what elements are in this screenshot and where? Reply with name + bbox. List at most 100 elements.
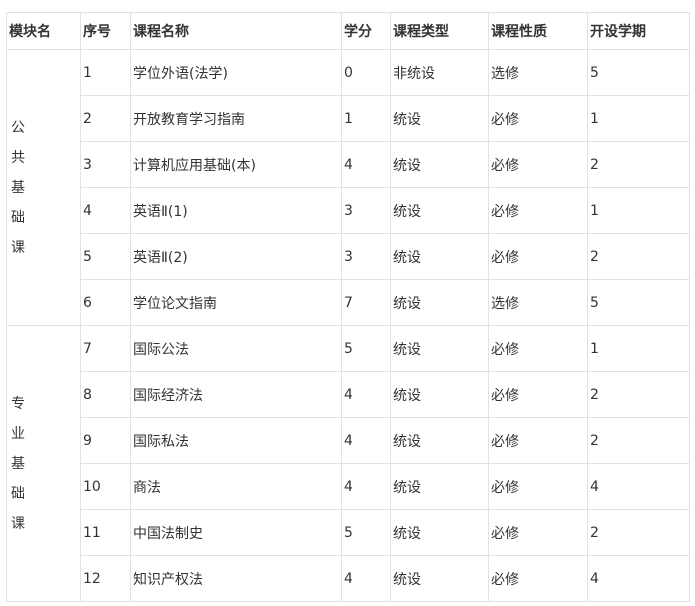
cell-type: 统设 bbox=[390, 141, 489, 188]
cell-number: 5 bbox=[80, 233, 131, 280]
cell-course-name: 计算机应用基础(本) bbox=[130, 141, 342, 188]
cell-course-name: 国际私法 bbox=[130, 417, 342, 464]
table-row: 12 知识产权法 4 统设 必修 4 bbox=[7, 555, 690, 602]
cell-nature: 必修 bbox=[488, 325, 588, 372]
module-char: 础 bbox=[11, 209, 25, 226]
cell-type: 统设 bbox=[390, 417, 489, 464]
cell-type: 统设 bbox=[390, 325, 489, 372]
module-char: 基 bbox=[11, 179, 25, 196]
table-row: 6 学位论文指南 7 统设 选修 5 bbox=[7, 279, 690, 326]
cell-credit: 4 bbox=[341, 417, 391, 464]
cell-credit: 3 bbox=[341, 233, 391, 280]
module-char: 基 bbox=[11, 455, 25, 472]
header-module: 模块名 bbox=[6, 12, 81, 50]
cell-type: 统设 bbox=[390, 279, 489, 326]
cell-number: 2 bbox=[80, 95, 131, 142]
header-course-nature: 课程性质 bbox=[488, 12, 588, 50]
cell-credit: 5 bbox=[341, 509, 391, 556]
cell-course-name: 学位论文指南 bbox=[130, 279, 342, 326]
cell-number: 12 bbox=[80, 555, 131, 602]
cell-term: 1 bbox=[587, 187, 690, 234]
cell-number: 4 bbox=[80, 187, 131, 234]
cell-type: 统设 bbox=[390, 555, 489, 602]
cell-credit: 3 bbox=[341, 187, 391, 234]
cell-nature: 必修 bbox=[488, 463, 588, 510]
table-row: 11 中国法制史 5 统设 必修 2 bbox=[7, 509, 690, 556]
module-char: 共 bbox=[11, 149, 25, 166]
cell-number: 9 bbox=[80, 417, 131, 464]
cell-term: 5 bbox=[587, 49, 690, 96]
table-row: 8 国际经济法 4 统设 必修 2 bbox=[7, 371, 690, 418]
cell-course-name: 英语Ⅱ(2) bbox=[130, 233, 342, 280]
cell-credit: 5 bbox=[341, 325, 391, 372]
table-row: 3 计算机应用基础(本) 4 统设 必修 2 bbox=[7, 141, 690, 188]
cell-credit: 7 bbox=[341, 279, 391, 326]
cell-type: 非统设 bbox=[390, 49, 489, 96]
cell-term: 2 bbox=[587, 509, 690, 556]
cell-number: 3 bbox=[80, 141, 131, 188]
table-row: 公 共 基 础 课 1 学位外语(法学) 0 非统设 选修 5 bbox=[6, 49, 690, 326]
cell-term: 1 bbox=[587, 325, 690, 372]
cell-credit: 1 bbox=[341, 95, 391, 142]
cell-term: 2 bbox=[587, 371, 690, 418]
module-name-professional-basic: 专 业 基 础 课 bbox=[6, 325, 81, 602]
cell-term: 1 bbox=[587, 95, 690, 142]
cell-term: 4 bbox=[587, 463, 690, 510]
cell-number: 1 bbox=[80, 49, 131, 96]
cell-type: 统设 bbox=[390, 187, 489, 234]
cell-course-name: 中国法制史 bbox=[130, 509, 342, 556]
header-course-name: 课程名称 bbox=[130, 12, 342, 50]
cell-number: 11 bbox=[80, 509, 131, 556]
module-name-public-basic: 公 共 基 础 课 bbox=[6, 49, 81, 326]
module-char: 业 bbox=[11, 425, 25, 442]
cell-credit: 4 bbox=[341, 555, 391, 602]
cell-course-name: 国际公法 bbox=[130, 325, 342, 372]
cell-credit: 4 bbox=[341, 141, 391, 188]
cell-number: 6 bbox=[80, 279, 131, 326]
cell-nature: 选修 bbox=[488, 49, 588, 96]
cell-nature: 必修 bbox=[488, 417, 588, 464]
cell-nature: 选修 bbox=[488, 279, 588, 326]
header-term: 开设学期 bbox=[587, 12, 690, 50]
cell-nature: 必修 bbox=[488, 187, 588, 234]
table-row: 专 业 基 础 课 7 国际公法 5 统设 必修 1 bbox=[6, 325, 690, 602]
module-char: 课 bbox=[11, 239, 25, 256]
cell-nature: 必修 bbox=[488, 509, 588, 556]
cell-number: 10 bbox=[80, 463, 131, 510]
course-table: 模块名 序号 课程名称 学分 课程类型 课程性质 开设学期 公 共 基 础 课 … bbox=[6, 12, 690, 602]
table-row: 2 开放教育学习指南 1 统设 必修 1 bbox=[7, 95, 690, 142]
cell-course-name: 知识产权法 bbox=[130, 555, 342, 602]
cell-type: 统设 bbox=[390, 509, 489, 556]
cell-nature: 必修 bbox=[488, 95, 588, 142]
cell-term: 2 bbox=[587, 233, 690, 280]
cell-nature: 必修 bbox=[488, 555, 588, 602]
cell-type: 统设 bbox=[390, 95, 489, 142]
cell-credit: 4 bbox=[341, 463, 391, 510]
cell-nature: 必修 bbox=[488, 371, 588, 418]
module-char: 公 bbox=[11, 119, 25, 136]
table-row: 9 国际私法 4 统设 必修 2 bbox=[7, 417, 690, 464]
cell-course-name: 国际经济法 bbox=[130, 371, 342, 418]
cell-term: 5 bbox=[587, 279, 690, 326]
cell-course-name: 学位外语(法学) bbox=[130, 49, 342, 96]
cell-nature: 必修 bbox=[488, 233, 588, 280]
cell-nature: 必修 bbox=[488, 141, 588, 188]
cell-course-name: 开放教育学习指南 bbox=[130, 95, 342, 142]
table-row: 10 商法 4 统设 必修 4 bbox=[7, 463, 690, 510]
header-credit: 学分 bbox=[341, 12, 391, 50]
cell-number: 8 bbox=[80, 371, 131, 418]
header-row: 模块名 序号 课程名称 学分 课程类型 课程性质 开设学期 bbox=[6, 12, 690, 50]
cell-course-name: 商法 bbox=[130, 463, 342, 510]
cell-term: 4 bbox=[587, 555, 690, 602]
header-course-type: 课程类型 bbox=[390, 12, 489, 50]
cell-type: 统设 bbox=[390, 463, 489, 510]
module-char: 础 bbox=[11, 485, 25, 502]
table-row: 5 英语Ⅱ(2) 3 统设 必修 2 bbox=[7, 233, 690, 280]
cell-term: 2 bbox=[587, 417, 690, 464]
cell-credit: 4 bbox=[341, 371, 391, 418]
header-number: 序号 bbox=[80, 12, 131, 50]
cell-number: 7 bbox=[80, 325, 131, 372]
table-row: 4 英语Ⅱ(1) 3 统设 必修 1 bbox=[7, 187, 690, 234]
cell-type: 统设 bbox=[390, 233, 489, 280]
module-char: 专 bbox=[11, 395, 25, 412]
